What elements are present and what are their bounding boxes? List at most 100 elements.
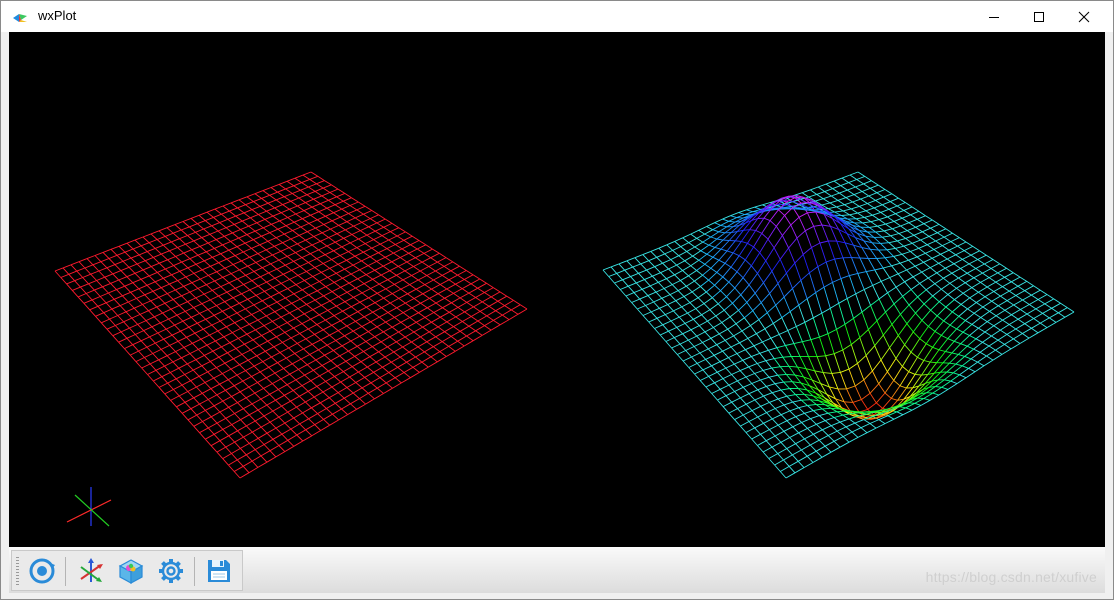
mesh-line — [138, 346, 148, 352]
mesh-line — [183, 249, 192, 254]
box-view-button[interactable] — [115, 555, 147, 587]
mesh-line — [313, 391, 324, 398]
mesh-line — [923, 257, 933, 263]
title-bar[interactable]: wxPlot — [1, 1, 1113, 32]
mesh-line — [230, 202, 238, 209]
mesh-line — [216, 235, 225, 241]
mesh-line — [685, 346, 695, 351]
mesh-line — [742, 414, 750, 422]
mesh-line — [785, 343, 794, 346]
mesh-line — [280, 283, 288, 289]
mesh-line — [223, 332, 233, 338]
mesh-line — [884, 189, 893, 195]
mesh-line — [149, 332, 158, 338]
toolbar-grip[interactable] — [16, 557, 19, 586]
mesh-line — [857, 355, 867, 364]
mesh-line — [86, 255, 96, 260]
axes-button[interactable] — [75, 555, 107, 587]
mesh-line — [170, 367, 180, 373]
mesh-line — [1006, 267, 1014, 274]
mesh-line — [774, 430, 785, 437]
mesh-line — [60, 277, 67, 285]
mesh-line — [251, 376, 258, 383]
mesh-line — [744, 317, 751, 326]
mesh-line — [309, 179, 317, 185]
mesh-line — [927, 272, 938, 279]
mesh-line — [468, 325, 476, 332]
mesh-line — [929, 394, 940, 401]
mesh-line — [1049, 312, 1059, 319]
mesh-line — [338, 291, 348, 298]
mesh-line — [816, 356, 824, 373]
mesh-line — [330, 360, 338, 367]
mesh-line — [798, 405, 808, 409]
rotate-view-button[interactable] — [26, 555, 58, 587]
mesh-line — [284, 394, 291, 402]
mesh-line — [316, 386, 324, 393]
mesh-line — [889, 347, 897, 359]
mesh-line — [376, 261, 384, 267]
mesh-line — [840, 182, 849, 187]
mesh-line — [740, 284, 750, 296]
maximize-button[interactable] — [1016, 1, 1062, 32]
settings-button[interactable] — [155, 555, 187, 587]
mesh-line — [274, 245, 282, 252]
mesh-line — [823, 198, 831, 204]
mesh-line — [762, 370, 770, 378]
mesh-line — [667, 300, 676, 306]
mesh-line — [235, 287, 242, 295]
mesh-line — [960, 343, 968, 347]
mesh-line — [305, 202, 313, 208]
mesh-line — [722, 374, 732, 380]
mesh-line — [450, 265, 460, 272]
mesh-line — [759, 349, 769, 354]
mesh-line — [986, 321, 995, 327]
mesh-line — [240, 225, 249, 230]
mesh-line — [760, 302, 768, 313]
mesh-line — [938, 338, 949, 351]
wave-surface-mesh — [602, 171, 1075, 479]
mesh-line — [132, 282, 140, 290]
mesh-line — [224, 264, 234, 269]
mesh-line — [870, 248, 879, 251]
close-button[interactable] — [1061, 1, 1107, 32]
mesh-line — [216, 417, 227, 424]
mesh-line — [114, 264, 122, 271]
mesh-line — [932, 295, 940, 303]
mesh-line — [314, 191, 323, 197]
mesh-line — [396, 235, 405, 241]
mesh-line — [396, 302, 406, 309]
mesh-line — [435, 266, 445, 272]
mesh-line — [366, 302, 376, 308]
mesh-line — [818, 439, 826, 447]
mesh-line — [907, 226, 916, 232]
mesh-line — [363, 311, 374, 318]
mesh-line — [773, 247, 781, 260]
mesh-line — [343, 197, 352, 202]
mesh-line — [161, 376, 168, 384]
mesh-line — [325, 215, 333, 222]
mesh-line — [309, 354, 317, 361]
mesh-line — [708, 279, 715, 286]
mesh-line — [260, 426, 268, 434]
mesh-line — [373, 235, 383, 241]
mesh-line — [308, 290, 318, 296]
mesh-line — [215, 340, 222, 348]
mesh-line — [783, 401, 793, 406]
mesh-line — [169, 280, 178, 285]
mesh-line — [838, 303, 846, 325]
mesh-line — [224, 358, 234, 364]
save-button[interactable] — [203, 555, 235, 587]
mesh-line — [792, 422, 802, 428]
mesh-line — [210, 416, 218, 424]
mesh-line — [773, 235, 783, 249]
mesh-line — [317, 215, 326, 221]
mesh-line — [163, 241, 172, 246]
mesh-line — [964, 282, 973, 288]
mesh-line — [988, 272, 999, 278]
minimize-button[interactable] — [971, 1, 1017, 32]
mesh-line — [370, 214, 379, 220]
mesh-line — [312, 309, 320, 316]
plot-canvas[interactable] — [9, 32, 1105, 547]
mesh-line — [185, 243, 193, 251]
